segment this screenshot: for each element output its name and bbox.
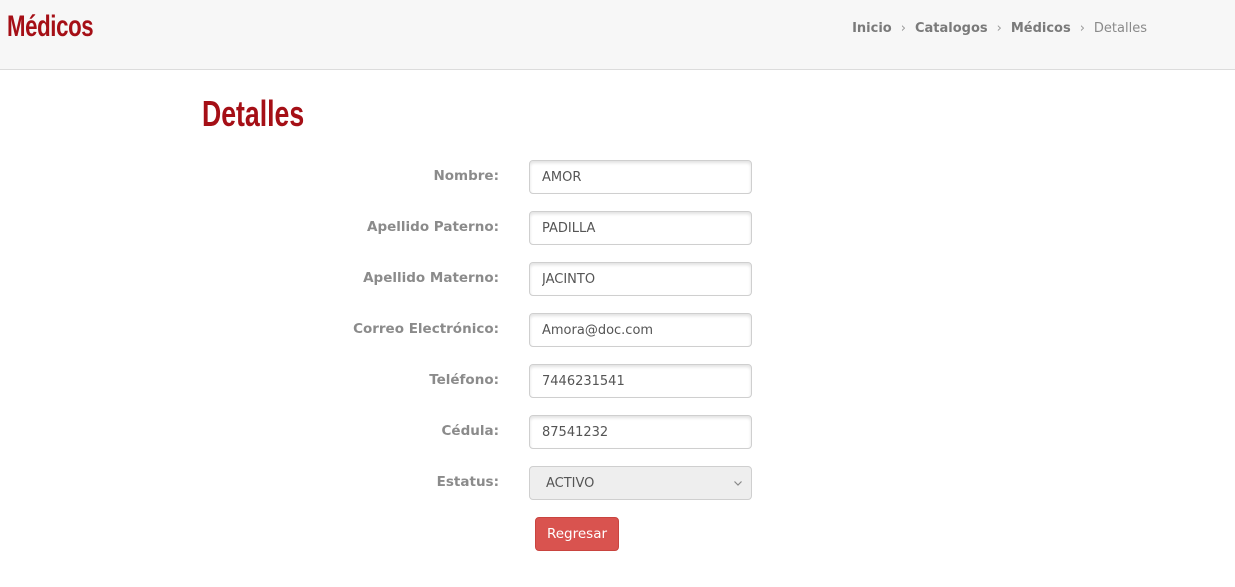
form-row-apellido-materno: Apellido Materno:: [0, 262, 1235, 296]
nombre-label: Nombre:: [433, 168, 499, 184]
breadcrumb-separator-icon: ›: [900, 21, 906, 36]
page-title: Detalles: [202, 93, 305, 134]
breadcrumb-medicos[interactable]: Médicos: [1011, 21, 1071, 36]
breadcrumb-separator-icon: ›: [996, 21, 1002, 36]
chevron-down-icon: [734, 481, 742, 486]
form-row-nombre: Nombre:: [0, 160, 1235, 194]
breadcrumb-separator-icon: ›: [1079, 21, 1085, 36]
app-title: Médicos: [7, 10, 94, 43]
correo-label: Correo Electrónico:: [353, 321, 499, 337]
breadcrumb-catalogos[interactable]: Catalogos: [915, 21, 988, 36]
breadcrumb-inicio[interactable]: Inicio: [852, 21, 892, 36]
apellido-materno-input[interactable]: [529, 262, 752, 296]
form-row-estatus: Estatus: ACTIVO: [0, 466, 1235, 500]
form-row-correo: Correo Electrónico:: [0, 313, 1235, 347]
estatus-select[interactable]: ACTIVO: [529, 466, 752, 500]
form-row-telefono: Teléfono:: [0, 364, 1235, 398]
telefono-input[interactable]: [529, 364, 752, 398]
top-header: Médicos Inicio › Catalogos › Médicos › D…: [0, 0, 1235, 70]
correo-input[interactable]: [529, 313, 752, 347]
apellido-materno-label: Apellido Materno:: [363, 270, 499, 286]
breadcrumb: Inicio › Catalogos › Médicos › Detalles: [852, 21, 1147, 36]
breadcrumb-current: Detalles: [1093, 21, 1147, 36]
apellido-paterno-label: Apellido Paterno:: [367, 219, 499, 235]
regresar-button[interactable]: Regresar: [535, 517, 619, 551]
form-row-cedula: Cédula:: [0, 415, 1235, 449]
estatus-label: Estatus:: [436, 474, 499, 490]
telefono-label: Teléfono:: [429, 372, 499, 388]
estatus-selected-value: ACTIVO: [546, 475, 595, 491]
cedula-input[interactable]: [529, 415, 752, 449]
apellido-paterno-input[interactable]: [529, 211, 752, 245]
cedula-label: Cédula:: [441, 423, 499, 439]
nombre-input[interactable]: [529, 160, 752, 194]
form-row-apellido-paterno: Apellido Paterno:: [0, 211, 1235, 245]
